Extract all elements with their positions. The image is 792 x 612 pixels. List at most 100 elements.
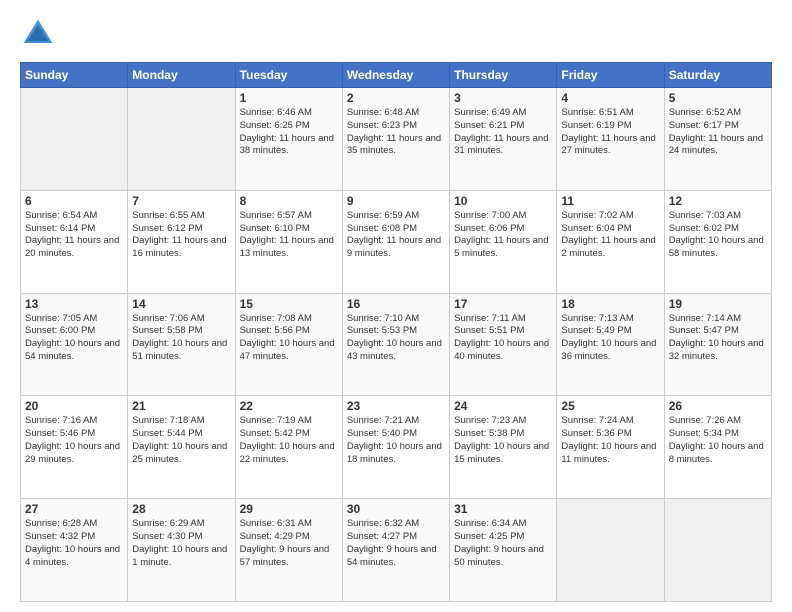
day-info: Sunrise: 7:00 AM Sunset: 6:06 PM Dayligh… xyxy=(454,210,552,261)
calendar-cell: 1 Sunrise: 6:46 AM Sunset: 6:25 PM Daylig… xyxy=(235,88,342,191)
day-info: Sunrise: 7:19 AM Sunset: 5:42 PM Dayligh… xyxy=(240,415,338,466)
calendar-body: 1 Sunrise: 6:46 AM Sunset: 6:25 PM Daylig… xyxy=(21,88,772,602)
calendar-cell: 25 Sunrise: 7:24 AM Sunset: 5:36 PM Dayli… xyxy=(557,396,664,499)
day-number: 3 xyxy=(454,91,552,105)
day-number: 23 xyxy=(347,399,445,413)
day-info: Sunrise: 7:06 AM Sunset: 5:58 PM Dayligh… xyxy=(132,313,230,364)
calendar-cell: 29Sunrise: 6:31 AM Sunset: 4:29 PM Dayli… xyxy=(235,499,342,602)
day-info: Sunrise: 6:28 AM Sunset: 4:32 PM Dayligh… xyxy=(25,518,123,569)
day-info: Sunrise: 7:24 AM Sunset: 5:36 PM Dayligh… xyxy=(561,415,659,466)
calendar-cell: 4 Sunrise: 6:51 AM Sunset: 6:19 PM Daylig… xyxy=(557,88,664,191)
calendar-cell xyxy=(557,499,664,602)
day-number: 30 xyxy=(347,502,445,516)
day-info: Sunrise: 7:08 AM Sunset: 5:56 PM Dayligh… xyxy=(240,313,338,364)
days-header-row: SundayMondayTuesdayWednesdayThursdayFrid… xyxy=(21,63,772,88)
calendar-cell: 11Sunrise: 7:02 AM Sunset: 6:04 PM Dayli… xyxy=(557,190,664,293)
day-info: Sunrise: 7:21 AM Sunset: 5:40 PM Dayligh… xyxy=(347,415,445,466)
calendar-cell: 14 Sunrise: 7:06 AM Sunset: 5:58 PM Dayli… xyxy=(128,293,235,396)
calendar-cell: 23 Sunrise: 7:21 AM Sunset: 5:40 PM Dayli… xyxy=(342,396,449,499)
day-info: Sunrise: 6:55 AM Sunset: 6:12 PM Dayligh… xyxy=(132,210,230,261)
calendar-cell: 22 Sunrise: 7:19 AM Sunset: 5:42 PM Dayli… xyxy=(235,396,342,499)
day-number: 21 xyxy=(132,399,230,413)
calendar-cell: 5 Sunrise: 6:52 AM Sunset: 6:17 PM Daylig… xyxy=(664,88,771,191)
day-info: Sunrise: 7:23 AM Sunset: 5:38 PM Dayligh… xyxy=(454,415,552,466)
calendar-cell: 15 Sunrise: 7:08 AM Sunset: 5:56 PM Dayli… xyxy=(235,293,342,396)
week-row-4: 27 Sunrise: 6:28 AM Sunset: 4:32 PM Dayli… xyxy=(21,499,772,602)
calendar-cell: 21 Sunrise: 7:18 AM Sunset: 5:44 PM Dayli… xyxy=(128,396,235,499)
calendar-cell xyxy=(21,88,128,191)
day-number: 15 xyxy=(240,297,338,311)
calendar-cell: 30 Sunrise: 6:32 AM Sunset: 4:27 PM Dayli… xyxy=(342,499,449,602)
calendar-cell: 28Sunrise: 6:29 AM Sunset: 4:30 PM Dayli… xyxy=(128,499,235,602)
logo xyxy=(20,16,62,52)
calendar-cell: 2 Sunrise: 6:48 AM Sunset: 6:23 PM Daylig… xyxy=(342,88,449,191)
day-info: Sunrise: 6:29 AM Sunset: 4:30 PM Dayligh… xyxy=(132,518,230,569)
day-info: Sunrise: 7:11 AM Sunset: 5:51 PM Dayligh… xyxy=(454,313,552,364)
calendar-cell: 10Sunrise: 7:00 AM Sunset: 6:06 PM Dayli… xyxy=(450,190,557,293)
logo-icon xyxy=(20,16,56,52)
page: SundayMondayTuesdayWednesdayThursdayFrid… xyxy=(0,0,792,612)
day-header-tuesday: Tuesday xyxy=(235,63,342,88)
day-number: 14 xyxy=(132,297,230,311)
day-info: Sunrise: 6:49 AM Sunset: 6:21 PM Dayligh… xyxy=(454,107,552,158)
calendar-cell: 18Sunrise: 7:13 AM Sunset: 5:49 PM Dayli… xyxy=(557,293,664,396)
day-number: 29 xyxy=(240,502,338,516)
day-number: 1 xyxy=(240,91,338,105)
day-info: Sunrise: 6:57 AM Sunset: 6:10 PM Dayligh… xyxy=(240,210,338,261)
day-number: 22 xyxy=(240,399,338,413)
day-number: 5 xyxy=(669,91,767,105)
day-header-saturday: Saturday xyxy=(664,63,771,88)
day-number: 4 xyxy=(561,91,659,105)
day-info: Sunrise: 7:03 AM Sunset: 6:02 PM Dayligh… xyxy=(669,210,767,261)
day-info: Sunrise: 7:26 AM Sunset: 5:34 PM Dayligh… xyxy=(669,415,767,466)
calendar-header: SundayMondayTuesdayWednesdayThursdayFrid… xyxy=(21,63,772,88)
calendar-cell: 3 Sunrise: 6:49 AM Sunset: 6:21 PM Daylig… xyxy=(450,88,557,191)
calendar-cell xyxy=(664,499,771,602)
day-number: 13 xyxy=(25,297,123,311)
day-number: 2 xyxy=(347,91,445,105)
calendar-cell: 8Sunrise: 6:57 AM Sunset: 6:10 PM Daylig… xyxy=(235,190,342,293)
calendar-cell: 13 Sunrise: 7:05 AM Sunset: 6:00 PM Dayli… xyxy=(21,293,128,396)
day-number: 25 xyxy=(561,399,659,413)
calendar-cell: 17 Sunrise: 7:11 AM Sunset: 5:51 PM Dayli… xyxy=(450,293,557,396)
day-header-wednesday: Wednesday xyxy=(342,63,449,88)
day-header-thursday: Thursday xyxy=(450,63,557,88)
day-info: Sunrise: 7:16 AM Sunset: 5:46 PM Dayligh… xyxy=(25,415,123,466)
day-info: Sunrise: 6:32 AM Sunset: 4:27 PM Dayligh… xyxy=(347,518,445,569)
week-row-0: 1 Sunrise: 6:46 AM Sunset: 6:25 PM Daylig… xyxy=(21,88,772,191)
calendar-cell: 12 Sunrise: 7:03 AM Sunset: 6:02 PM Dayli… xyxy=(664,190,771,293)
day-number: 12 xyxy=(669,194,767,208)
day-header-sunday: Sunday xyxy=(21,63,128,88)
calendar-cell: 20 Sunrise: 7:16 AM Sunset: 5:46 PM Dayli… xyxy=(21,396,128,499)
day-number: 20 xyxy=(25,399,123,413)
day-info: Sunrise: 7:02 AM Sunset: 6:04 PM Dayligh… xyxy=(561,210,659,261)
week-row-3: 20 Sunrise: 7:16 AM Sunset: 5:46 PM Dayli… xyxy=(21,396,772,499)
day-info: Sunrise: 6:51 AM Sunset: 6:19 PM Dayligh… xyxy=(561,107,659,158)
day-number: 31 xyxy=(454,502,552,516)
calendar-cell: 27 Sunrise: 6:28 AM Sunset: 4:32 PM Dayli… xyxy=(21,499,128,602)
day-info: Sunrise: 6:52 AM Sunset: 6:17 PM Dayligh… xyxy=(669,107,767,158)
day-number: 17 xyxy=(454,297,552,311)
day-number: 24 xyxy=(454,399,552,413)
day-number: 18 xyxy=(561,297,659,311)
day-info: Sunrise: 6:48 AM Sunset: 6:23 PM Dayligh… xyxy=(347,107,445,158)
day-info: Sunrise: 7:18 AM Sunset: 5:44 PM Dayligh… xyxy=(132,415,230,466)
day-info: Sunrise: 6:34 AM Sunset: 4:25 PM Dayligh… xyxy=(454,518,552,569)
day-number: 27 xyxy=(25,502,123,516)
week-row-1: 6Sunrise: 6:54 AM Sunset: 6:14 PM Daylig… xyxy=(21,190,772,293)
day-info: Sunrise: 6:54 AM Sunset: 6:14 PM Dayligh… xyxy=(25,210,123,261)
calendar-cell xyxy=(128,88,235,191)
day-number: 19 xyxy=(669,297,767,311)
calendar-cell: 9Sunrise: 6:59 AM Sunset: 6:08 PM Daylig… xyxy=(342,190,449,293)
calendar-table: SundayMondayTuesdayWednesdayThursdayFrid… xyxy=(20,62,772,602)
header xyxy=(20,16,772,52)
day-info: Sunrise: 7:05 AM Sunset: 6:00 PM Dayligh… xyxy=(25,313,123,364)
day-header-monday: Monday xyxy=(128,63,235,88)
week-row-2: 13 Sunrise: 7:05 AM Sunset: 6:00 PM Dayli… xyxy=(21,293,772,396)
day-info: Sunrise: 7:10 AM Sunset: 5:53 PM Dayligh… xyxy=(347,313,445,364)
day-info: Sunrise: 6:46 AM Sunset: 6:25 PM Dayligh… xyxy=(240,107,338,158)
day-number: 7 xyxy=(132,194,230,208)
calendar-cell: 24 Sunrise: 7:23 AM Sunset: 5:38 PM Dayli… xyxy=(450,396,557,499)
day-info: Sunrise: 6:59 AM Sunset: 6:08 PM Dayligh… xyxy=(347,210,445,261)
day-number: 16 xyxy=(347,297,445,311)
